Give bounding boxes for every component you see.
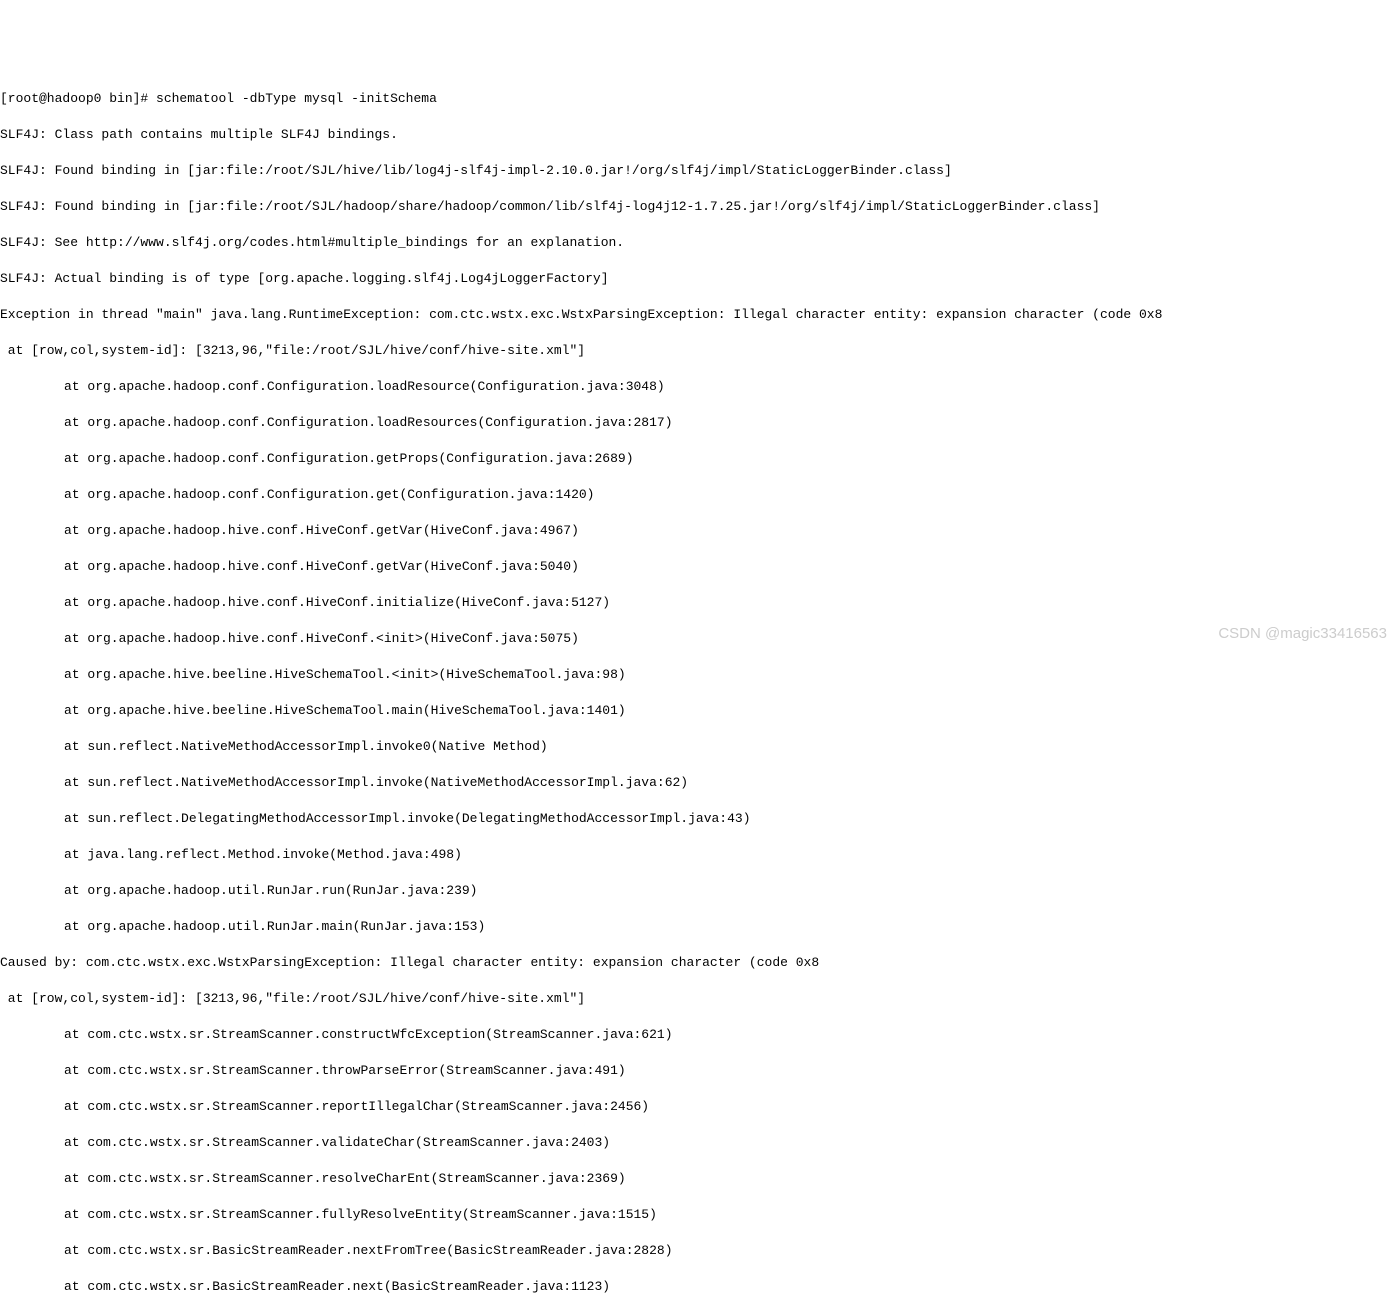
terminal-output: [root@hadoop0 bin]# schematool -dbType m… — [0, 72, 1397, 1302]
log-line: SLF4J: Found binding in [jar:file:/root/… — [0, 162, 1397, 180]
stack-frame: at com.ctc.wstx.sr.StreamScanner.reportI… — [0, 1098, 1397, 1116]
stack-frame: at com.ctc.wstx.sr.StreamScanner.resolve… — [0, 1170, 1397, 1188]
log-line: SLF4J: Class path contains multiple SLF4… — [0, 126, 1397, 144]
caused-by-location: at [row,col,system-id]: [3213,96,"file:/… — [0, 990, 1397, 1008]
stack-frame: at com.ctc.wstx.sr.BasicStreamReader.nex… — [0, 1278, 1397, 1296]
stack-frame: at org.apache.hadoop.util.RunJar.main(Ru… — [0, 918, 1397, 936]
stack-frame: at sun.reflect.NativeMethodAccessorImpl.… — [0, 774, 1397, 792]
stack-frame: at org.apache.hadoop.conf.Configuration.… — [0, 450, 1397, 468]
log-line: SLF4J: Actual binding is of type [org.ap… — [0, 270, 1397, 288]
stack-frame: at org.apache.hadoop.conf.Configuration.… — [0, 486, 1397, 504]
stack-frame: at sun.reflect.DelegatingMethodAccessorI… — [0, 810, 1397, 828]
stack-frame: at org.apache.hadoop.hive.conf.HiveConf.… — [0, 522, 1397, 540]
log-line: SLF4J: See http://www.slf4j.org/codes.ht… — [0, 234, 1397, 252]
stack-frame: at sun.reflect.NativeMethodAccessorImpl.… — [0, 738, 1397, 756]
stack-frame: at org.apache.hive.beeline.HiveSchemaToo… — [0, 702, 1397, 720]
stack-frame: at org.apache.hive.beeline.HiveSchemaToo… — [0, 666, 1397, 684]
caused-by-line: Caused by: com.ctc.wstx.exc.WstxParsingE… — [0, 954, 1397, 972]
stack-frame: at org.apache.hadoop.util.RunJar.run(Run… — [0, 882, 1397, 900]
log-line: SLF4J: Found binding in [jar:file:/root/… — [0, 198, 1397, 216]
stack-frame: at com.ctc.wstx.sr.StreamScanner.throwPa… — [0, 1062, 1397, 1080]
stack-frame: at com.ctc.wstx.sr.StreamScanner.fullyRe… — [0, 1206, 1397, 1224]
stack-frame: at org.apache.hadoop.conf.Configuration.… — [0, 414, 1397, 432]
shell-prompt: [root@hadoop0 bin]# — [0, 91, 156, 106]
stack-frame: at java.lang.reflect.Method.invoke(Metho… — [0, 846, 1397, 864]
command-text: schematool -dbType mysql -initSchema — [156, 91, 437, 106]
watermark: CSDN @magic33416563 — [1218, 625, 1387, 643]
stack-frame: at com.ctc.wstx.sr.BasicStreamReader.nex… — [0, 1242, 1397, 1260]
stack-frame: at org.apache.hadoop.hive.conf.HiveConf.… — [0, 630, 1397, 648]
stack-frame: at com.ctc.wstx.sr.StreamScanner.validat… — [0, 1134, 1397, 1152]
stack-frame: at org.apache.hadoop.hive.conf.HiveConf.… — [0, 594, 1397, 612]
stack-frame: at com.ctc.wstx.sr.StreamScanner.constru… — [0, 1026, 1397, 1044]
exception-location: at [row,col,system-id]: [3213,96,"file:/… — [0, 342, 1397, 360]
command-line: [root@hadoop0 bin]# schematool -dbType m… — [0, 90, 1397, 108]
exception-line: Exception in thread "main" java.lang.Run… — [0, 306, 1397, 324]
stack-frame: at org.apache.hadoop.hive.conf.HiveConf.… — [0, 558, 1397, 576]
stack-frame: at org.apache.hadoop.conf.Configuration.… — [0, 378, 1397, 396]
